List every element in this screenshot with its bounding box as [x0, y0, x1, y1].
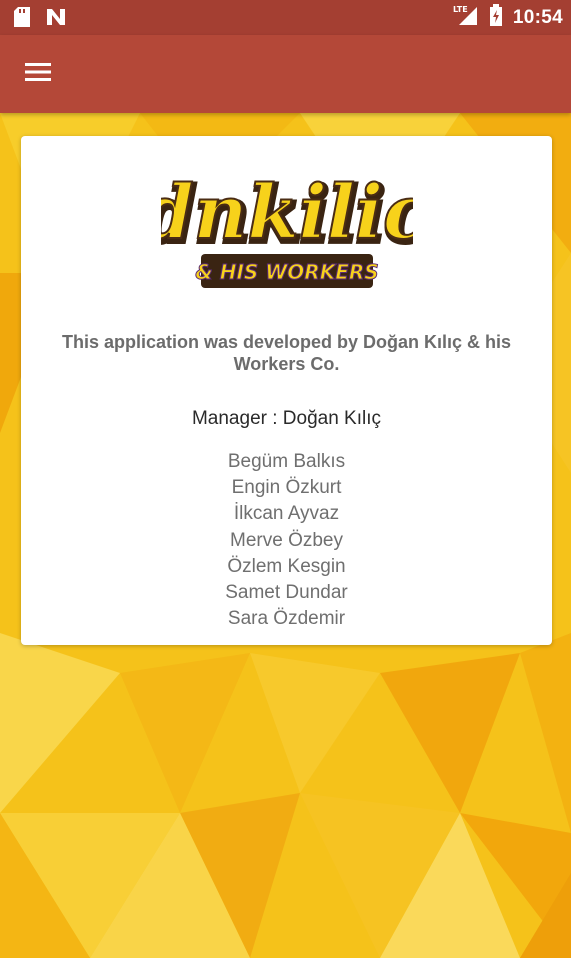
worker-list: Begüm Balkıs Engin Özkurt İlkcan Ayvaz M… — [21, 449, 552, 632]
status-bar: LTE 10:54 — [0, 0, 571, 35]
manager-text: Manager : Doğan Kılıç — [191, 408, 382, 429]
dnkilic-logo: dnkilic dnkilic & HIS WORKERS — [161, 169, 413, 288]
lte-signal-icon: LTE — [453, 4, 479, 31]
worker-name: Samet Dundar — [225, 581, 348, 603]
hamburger-menu-icon[interactable] — [25, 62, 51, 87]
status-time: 10:54 — [512, 6, 563, 28]
worker-name: Özlem Kesgin — [227, 555, 346, 577]
n-notification-icon — [46, 7, 66, 32]
worker-name: Engin Özkurt — [231, 477, 342, 499]
worker-name: Sara Özdemir — [227, 608, 346, 630]
menu-button[interactable] — [18, 59, 58, 89]
status-right-icons: LTE 10:54 — [453, 0, 563, 35]
network-type-label: LTE — [453, 5, 468, 14]
app-bar — [0, 35, 571, 113]
status-left-icons — [14, 7, 66, 32]
about-card: dnkilic dnkilic & HIS WORKERS This appli… — [21, 136, 552, 645]
sd-card-icon — [14, 7, 30, 32]
worker-name: Begüm Balkıs — [227, 451, 346, 472]
battery-icon — [489, 4, 503, 31]
logo-subtitle: & HIS WORKERS — [195, 260, 378, 284]
developer-text: This application was developed by Doğan … — [61, 332, 512, 374]
logo-title: dnkilic — [161, 170, 413, 256]
worker-name: Merve Özbey — [230, 529, 343, 551]
worker-name: İlkcan Ayvaz — [233, 503, 340, 525]
